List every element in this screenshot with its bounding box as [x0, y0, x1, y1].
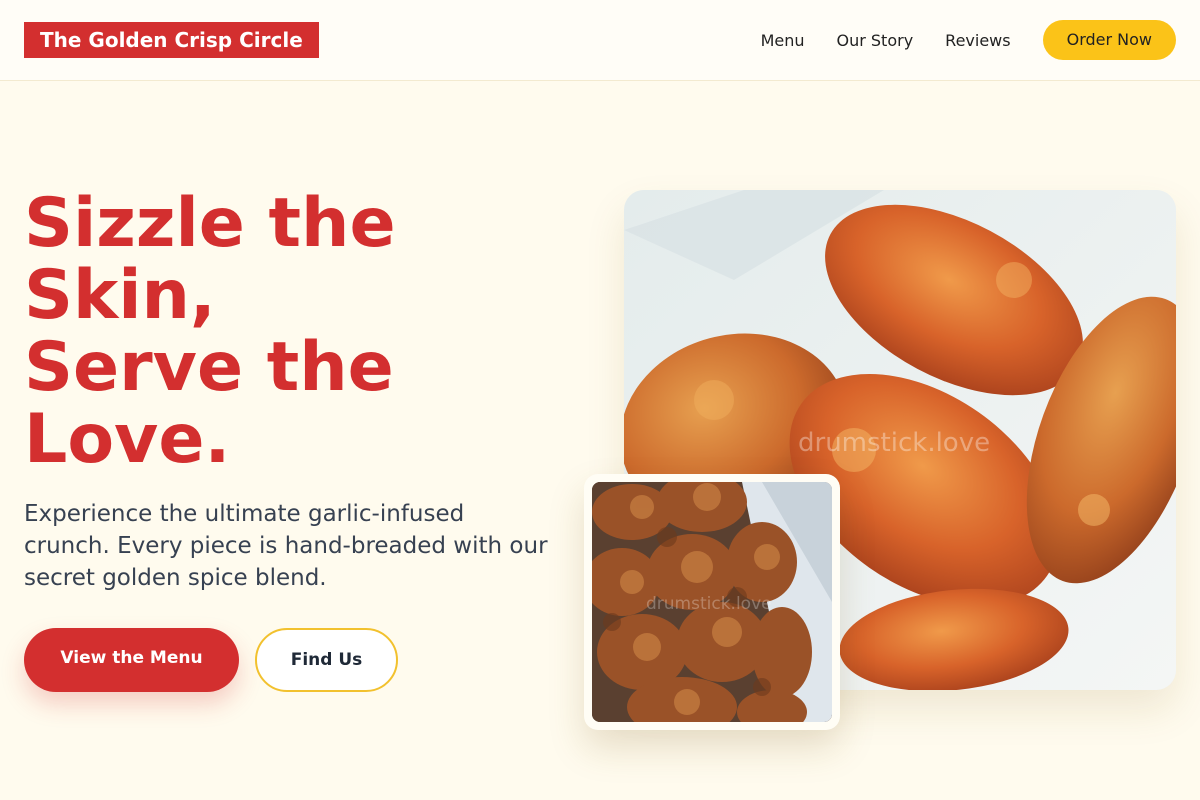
- hero-title-line: Love.: [24, 400, 231, 479]
- hero-title-line: Serve the: [24, 328, 394, 407]
- brand-logo[interactable]: The Golden Crisp Circle: [24, 22, 319, 58]
- fried-chicken-thumbnail: drumstick.love: [584, 474, 840, 730]
- order-now-button[interactable]: Order Now: [1042, 20, 1176, 60]
- hero-title-line: Sizzle the: [24, 184, 396, 263]
- thumbnail-photo: drumstick.love: [592, 482, 832, 722]
- hero-title-line: Skin,: [24, 256, 216, 335]
- nav-link-menu[interactable]: Menu: [761, 31, 805, 50]
- nav-link-our-story[interactable]: Our Story: [837, 31, 914, 50]
- nav-link-reviews[interactable]: Reviews: [945, 31, 1010, 50]
- hero-title: Sizzle the Skin, Serve the Love.: [24, 188, 584, 476]
- hero-description-line: Experience the ultimate garlic-infused: [24, 501, 465, 527]
- view-menu-button[interactable]: View the Menu: [24, 628, 239, 692]
- main-image-watermark: drumstick.love: [798, 428, 991, 458]
- find-us-button[interactable]: Find Us: [255, 628, 398, 692]
- site-header: The Golden Crisp Circle Menu Our Story R…: [0, 0, 1200, 81]
- hero-description-line: crunch. Every piece is hand-breaded with…: [24, 533, 548, 559]
- hero-description-line: secret golden spice blend.: [24, 565, 327, 591]
- thumbnail-watermark: drumstick.love: [646, 594, 772, 614]
- main-nav: Menu Our Story Reviews Order Now: [761, 0, 1176, 80]
- hero-description: Experience the ultimate garlic-infused c…: [24, 498, 584, 594]
